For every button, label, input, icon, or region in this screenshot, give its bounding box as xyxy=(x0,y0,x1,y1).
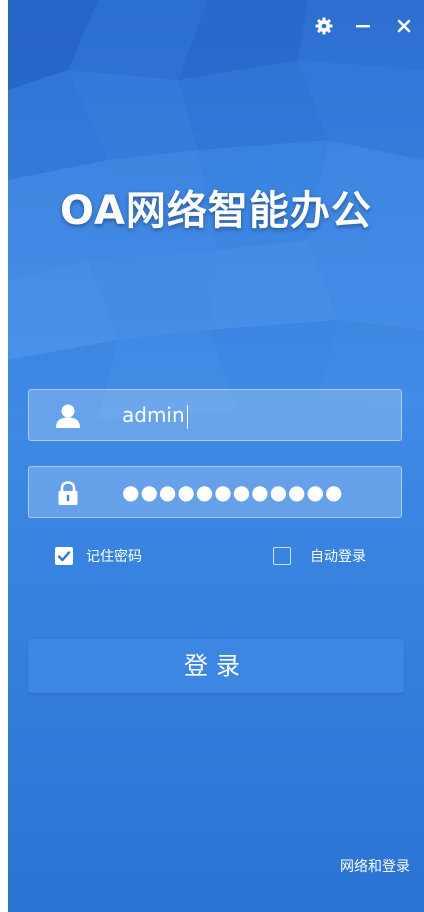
password-field[interactable]: ●●●●●●●●●●●● xyxy=(28,466,402,518)
minimize-button[interactable] xyxy=(351,14,375,38)
username-field[interactable]: admin xyxy=(28,389,402,441)
close-button[interactable] xyxy=(392,14,416,38)
gear-icon xyxy=(315,17,333,35)
auto-login-checkbox[interactable] xyxy=(273,547,291,565)
remember-password-label: 记住密码 xyxy=(86,549,142,565)
network-login-link[interactable]: 网络和登录 xyxy=(340,856,410,876)
app-title: OA网络智能办公 xyxy=(60,188,372,234)
auto-login-label: 自动登录 xyxy=(310,549,366,565)
remember-password-option[interactable]: 记住密码 xyxy=(55,546,142,566)
user-icon xyxy=(56,404,80,428)
password-input[interactable]: ●●●●●●●●●●●● xyxy=(122,467,343,517)
auto-login-option[interactable]: 自动登录 xyxy=(273,546,366,566)
lock-icon xyxy=(58,481,78,505)
remember-password-checkbox[interactable] xyxy=(55,547,73,565)
close-icon xyxy=(397,19,411,33)
minimize-icon xyxy=(356,25,370,28)
login-button[interactable]: 登录 xyxy=(28,639,404,693)
settings-button[interactable] xyxy=(312,14,336,38)
username-input[interactable]: admin xyxy=(122,390,188,440)
background-pattern xyxy=(8,0,424,912)
text-caret xyxy=(186,404,188,429)
login-window: OA网络智能办公 admin ●●●●●●●●●●●● 记住密码 自动登录 登录… xyxy=(8,0,424,912)
checkmark-icon xyxy=(57,551,71,562)
